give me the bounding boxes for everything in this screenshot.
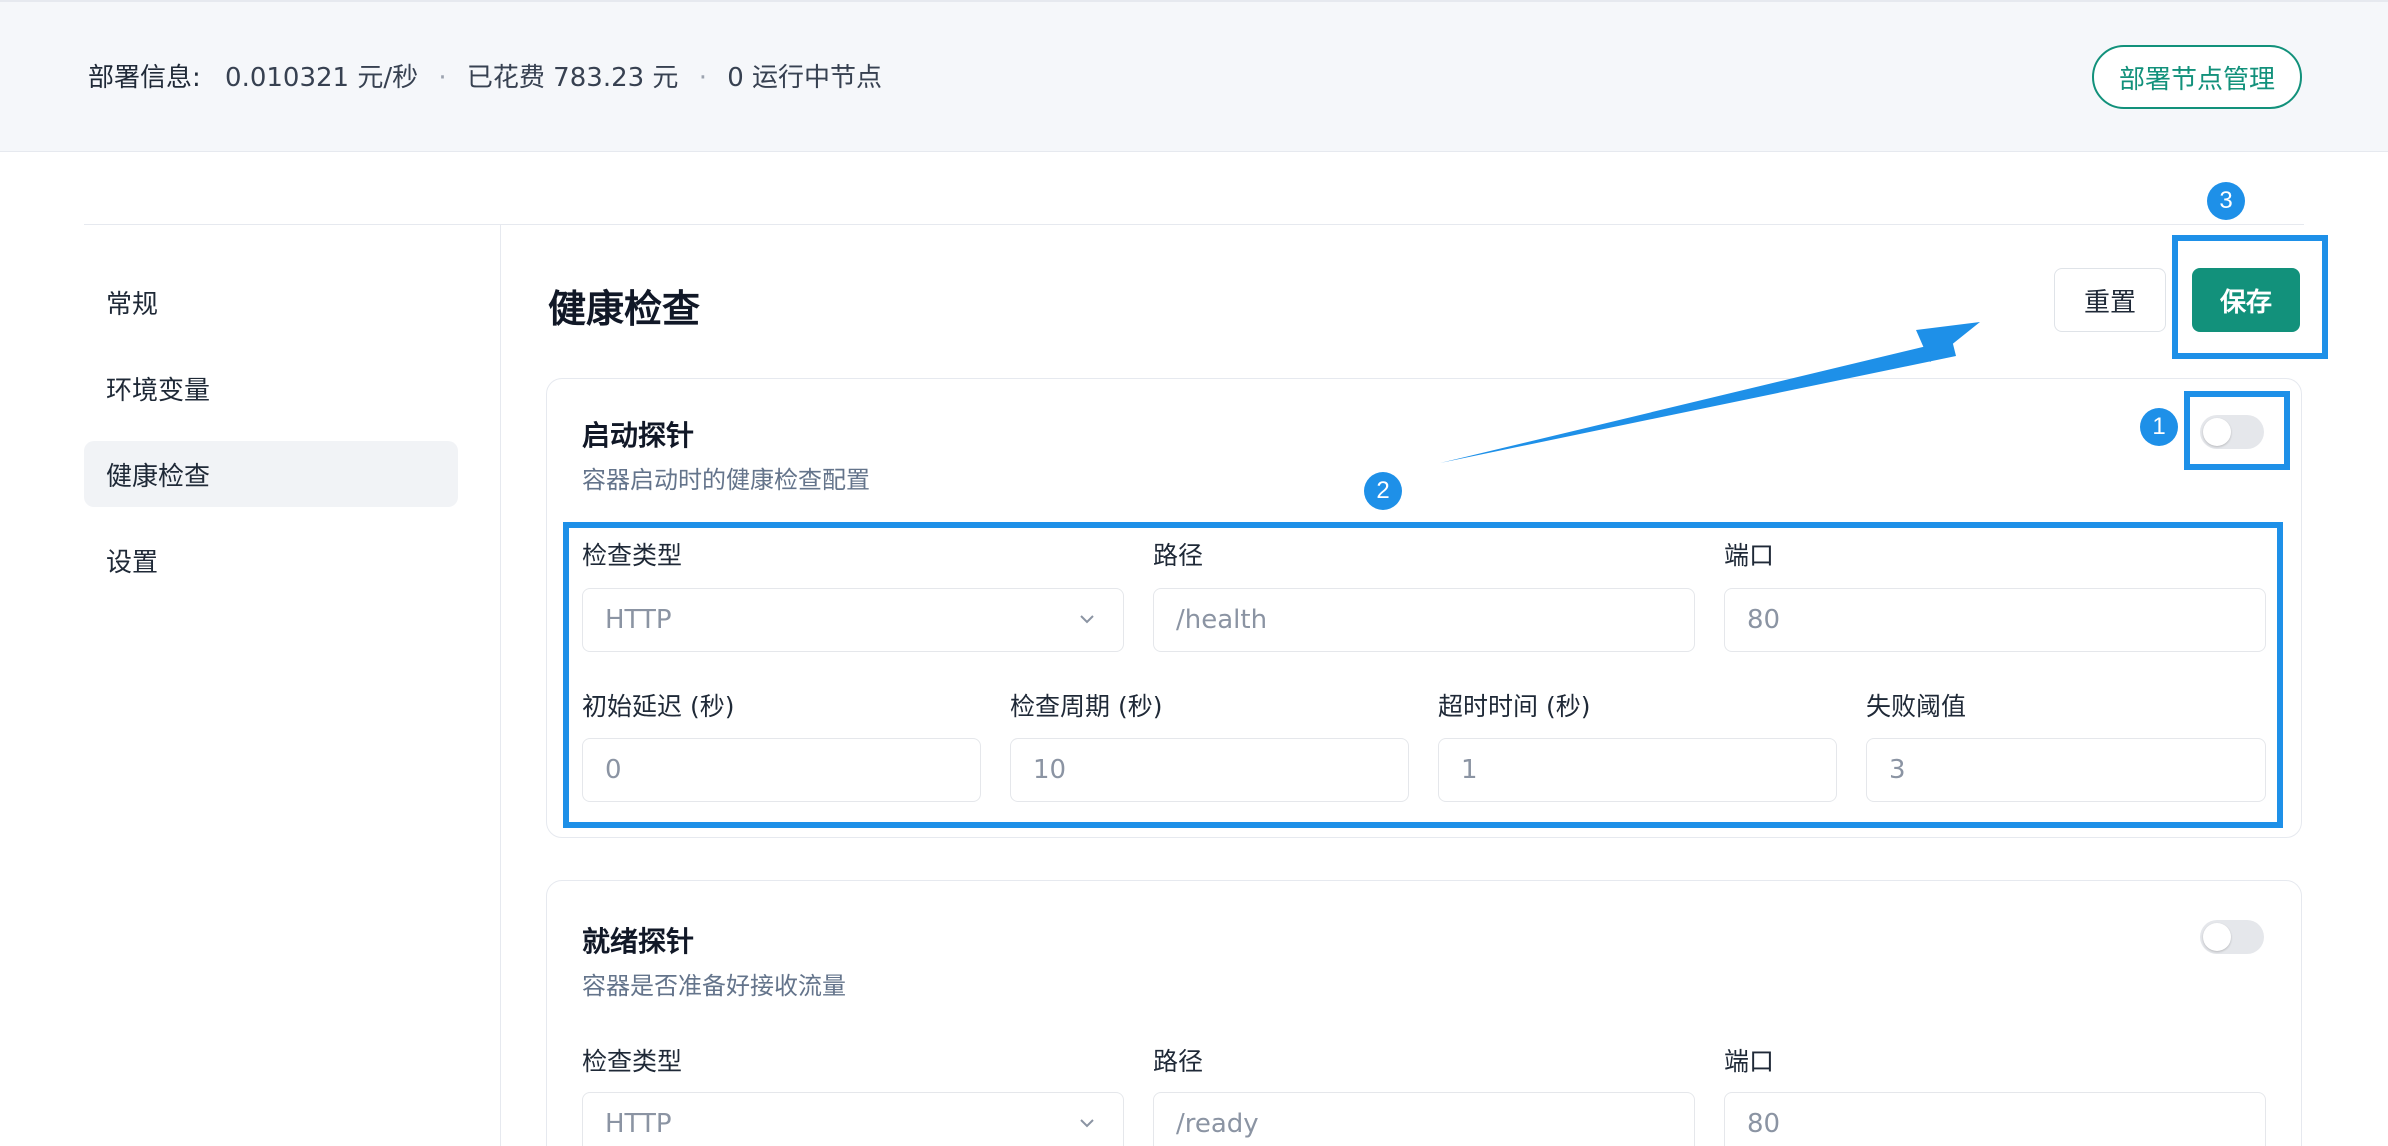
save-highlight-box <box>2172 235 2328 359</box>
sidebar-divider <box>500 224 501 1146</box>
readiness-path-value: /ready <box>1176 1109 1259 1139</box>
readiness-path-input[interactable]: /ready <box>1153 1092 1695 1146</box>
readiness-check-type-label: 检查类型 <box>582 1047 683 1076</box>
manage-nodes-button[interactable]: 部署节点管理 <box>2092 45 2302 109</box>
sidebar-item-general[interactable]: 常规 <box>84 269 458 335</box>
readiness-port-value: 80 <box>1747 1109 1781 1139</box>
separator-dot: · <box>438 63 447 93</box>
annotation-badge-3: 3 <box>2207 182 2245 220</box>
chevron-down-icon <box>1080 1119 1094 1128</box>
arrow-head <box>1916 322 1980 362</box>
deployment-info: 部署信息: 0.010321 元/秒 · 已花费 783.23 元 · 0 运行… <box>88 60 882 96</box>
reset-button[interactable]: 重置 <box>2054 268 2166 332</box>
toggle-knob <box>2203 923 2231 951</box>
annotation-badge-1: 1 <box>2140 408 2178 446</box>
separator-dot: · <box>698 63 707 93</box>
readiness-check-type-select[interactable]: HTTP <box>582 1092 1124 1146</box>
readiness-path-label: 路径 <box>1153 1047 1204 1076</box>
toggle-highlight-box <box>2184 391 2290 470</box>
deployment-info-bar: 部署信息: 0.010321 元/秒 · 已花费 783.23 元 · 0 运行… <box>0 0 2388 152</box>
readiness-probe-toggle[interactable] <box>2200 920 2264 954</box>
cost-rate: 0.010321 元/秒 <box>225 63 419 93</box>
readiness-probe-title: 就绪探针 <box>582 925 695 958</box>
running-nodes: 0 运行中节点 <box>727 63 883 93</box>
startup-probe-title: 启动探针 <box>582 419 695 452</box>
sidebar-item-env-vars[interactable]: 环境变量 <box>84 355 458 421</box>
cost-spent: 已花费 783.23 元 <box>466 63 679 93</box>
sidebar-item-settings[interactable]: 设置 <box>84 527 458 593</box>
fields-highlight-box <box>563 522 2283 828</box>
startup-probe-description: 容器启动时的健康检查配置 <box>582 466 870 494</box>
readiness-port-input[interactable]: 80 <box>1724 1092 2266 1146</box>
content-divider <box>84 224 2304 225</box>
deployment-info-label: 部署信息: <box>88 63 201 93</box>
sidebar-item-health-check[interactable]: 健康检查 <box>84 441 458 507</box>
annotation-badge-2: 2 <box>1364 472 1402 510</box>
readiness-probe-description: 容器是否准备好接收流量 <box>582 972 846 1000</box>
readiness-port-label: 端口 <box>1724 1047 1775 1076</box>
page-title: 健康检查 <box>548 287 701 331</box>
readiness-check-type-value: HTTP <box>605 1109 672 1139</box>
